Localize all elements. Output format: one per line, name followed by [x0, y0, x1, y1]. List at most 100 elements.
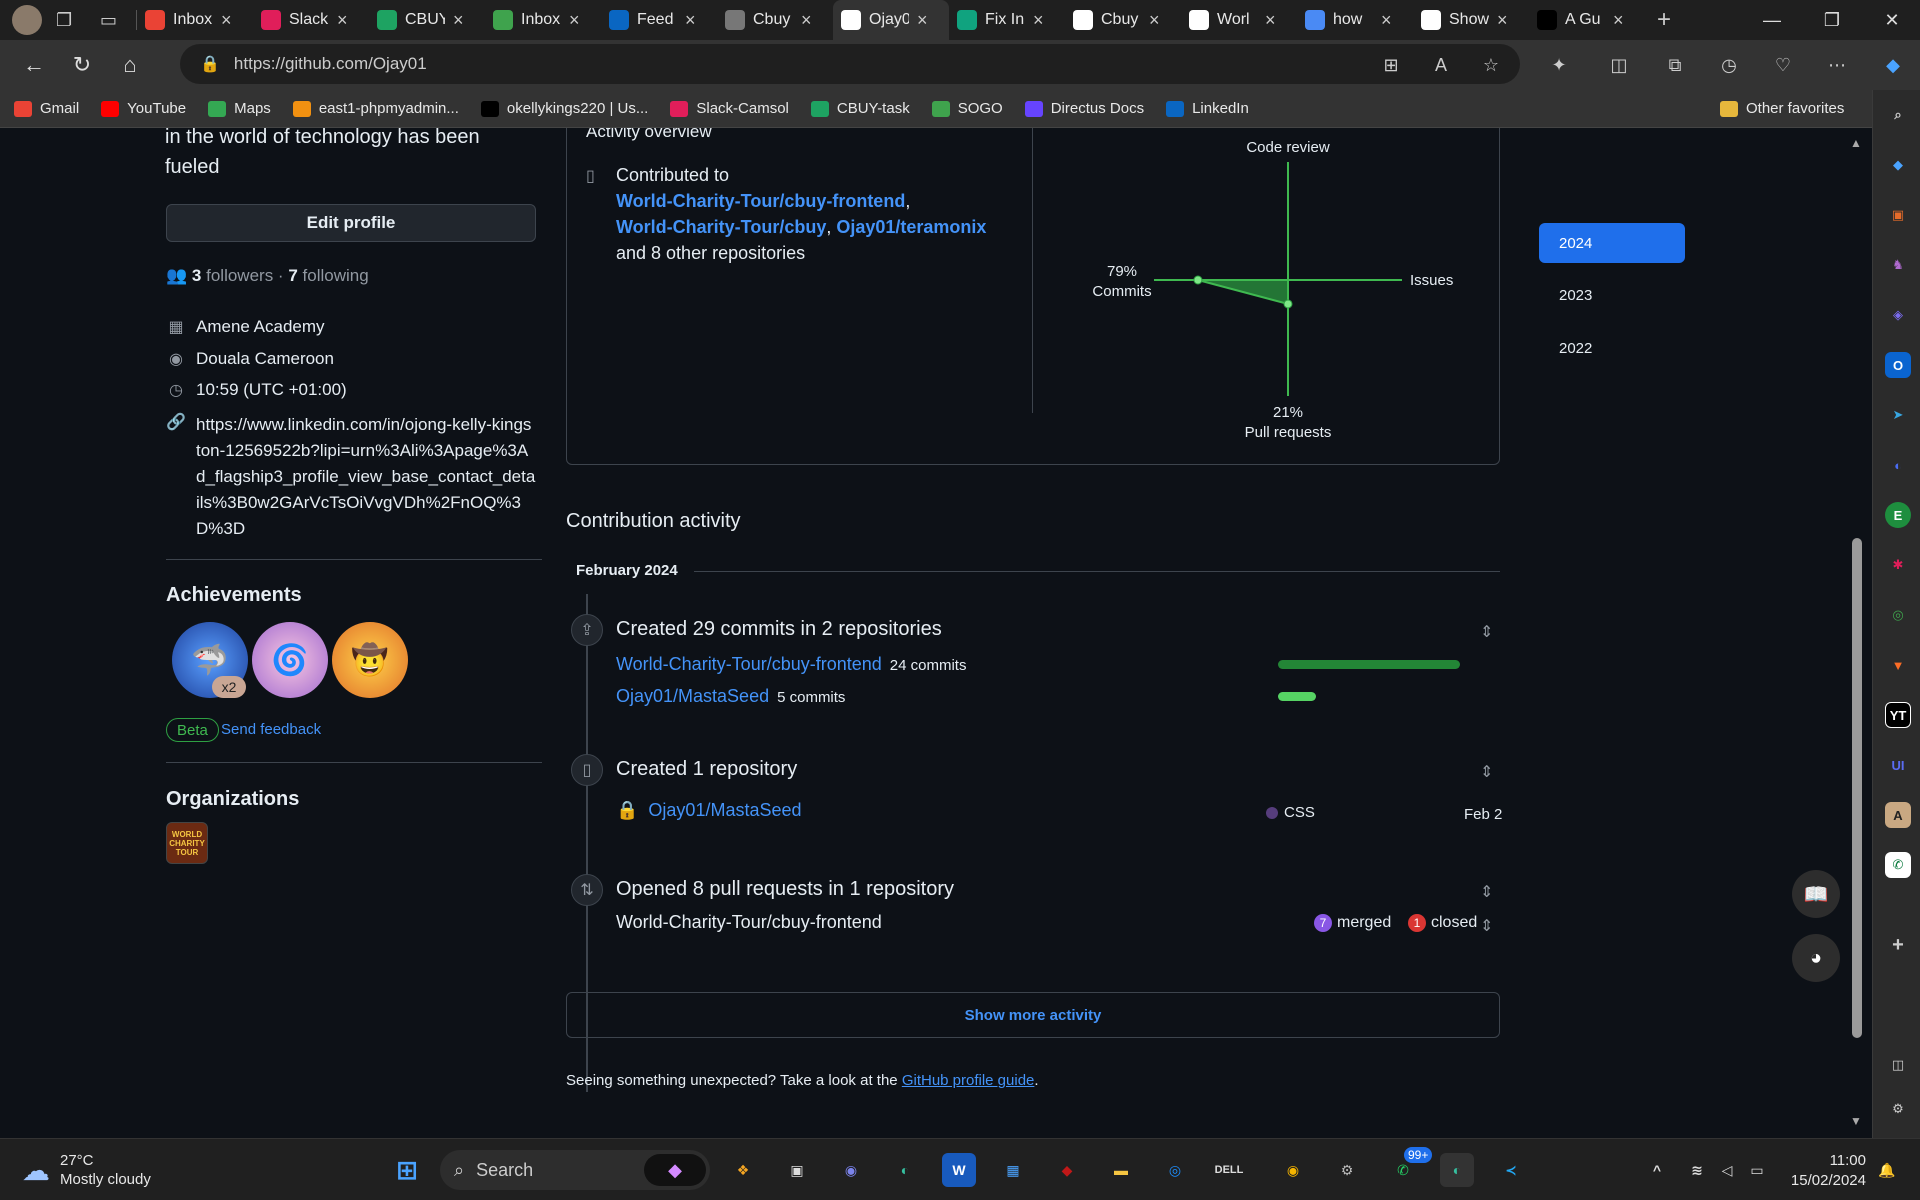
achievement-quickdraw-icon[interactable]: 🤠 — [332, 622, 408, 698]
maximize-button[interactable]: ❐ — [1802, 0, 1862, 40]
send-feedback-link[interactable]: Send feedback — [221, 721, 321, 738]
browser-tab[interactable]: Inbox × — [485, 0, 601, 40]
commit-count[interactable]: 24 commits — [890, 657, 967, 674]
browser-tab[interactable]: Ojay01 × — [833, 0, 949, 40]
sidebar-shopping-icon[interactable]: ◆ — [1885, 152, 1911, 178]
browser-tab[interactable]: A Gu × — [1529, 0, 1645, 40]
browser-tab[interactable]: Fix In × — [949, 0, 1065, 40]
followers-link[interactable]: 3 followers — [192, 266, 273, 285]
sidebar-tools-icon[interactable]: ▣ — [1885, 202, 1911, 228]
url-field[interactable]: 🔒 https://github.com/Ojay01 — [180, 44, 1520, 84]
taskbar-chrome-icon[interactable]: ◉ — [1276, 1153, 1310, 1187]
commits-event-title[interactable]: Created 29 commits in 2 repositories — [616, 618, 942, 641]
tab-close-icon[interactable]: × — [801, 10, 812, 31]
split-screen-icon[interactable]: ◫ — [1604, 50, 1634, 80]
other-favorites[interactable]: Other favorites — [1720, 100, 1844, 117]
bookmark-item[interactable]: okellykings220 | Us... — [480, 100, 648, 117]
bookmark-item[interactable]: Maps — [208, 100, 271, 117]
performance-icon[interactable]: ♡ — [1768, 50, 1798, 80]
bookmark-item[interactable]: east1-phpmyadmin... — [292, 100, 459, 117]
sidebar-yt-icon[interactable]: YT — [1885, 702, 1911, 728]
reading-mode-icon[interactable]: 📖 — [1792, 870, 1840, 918]
tab-actions-icon[interactable]: ▭ — [100, 10, 130, 31]
read-aloud-icon[interactable]: A — [1426, 50, 1456, 80]
commit-count[interactable]: 5 commits — [777, 689, 845, 706]
page-scrollbar[interactable]: ▲ ▼ — [1844, 128, 1872, 1134]
repo-link-teramonix[interactable]: Ojay01/teramonix — [836, 217, 986, 237]
expand-pr-icon[interactable]: ⇕ — [1480, 916, 1493, 936]
bookmark-item[interactable]: Directus Docs — [1024, 100, 1144, 117]
bookmark-item[interactable]: CBUY-task — [810, 100, 910, 117]
new-tab-button[interactable]: + — [1657, 6, 1671, 34]
sidebar-office-icon[interactable]: ◈ — [1885, 302, 1911, 328]
taskbar-chat-icon[interactable]: ◉ — [834, 1153, 868, 1187]
copilot-chat-icon[interactable]: ◕ — [1792, 934, 1840, 982]
tab-close-icon[interactable]: × — [1613, 10, 1624, 31]
copilot-icon[interactable]: ◆ — [1878, 50, 1908, 80]
close-window-button[interactable]: ✕ — [1862, 0, 1920, 40]
scroll-thumb[interactable] — [1852, 538, 1862, 1038]
battery-icon[interactable]: ▭ — [1740, 1153, 1774, 1187]
repo-link-cbuy-frontend[interactable]: World-Charity-Tour/cbuy-frontend — [616, 191, 905, 211]
collapse-repo-icon[interactable]: ⇕ — [1480, 762, 1493, 782]
extensions-icon[interactable]: ✦ — [1544, 50, 1574, 80]
sidebar-slack-icon[interactable]: ✱ — [1885, 552, 1911, 578]
tab-close-icon[interactable]: × — [1265, 10, 1276, 31]
edit-profile-button[interactable]: Edit profile — [166, 204, 536, 242]
tab-close-icon[interactable]: × — [1497, 10, 1508, 31]
github-profile-guide-link[interactable]: GitHub profile guide — [902, 1072, 1035, 1089]
volume-icon[interactable]: ◁ — [1710, 1153, 1744, 1187]
tab-close-icon[interactable]: × — [685, 10, 696, 31]
refresh-button[interactable]: ↻ — [62, 45, 102, 85]
sidebar-ui-icon[interactable]: UI — [1885, 752, 1911, 778]
tab-close-icon[interactable]: × — [1033, 10, 1044, 31]
tab-close-icon[interactable]: × — [1381, 10, 1392, 31]
taskbar-mcafee-icon[interactable]: ◆ — [1050, 1153, 1084, 1187]
workspaces-icon[interactable]: ❐ — [56, 10, 86, 31]
browser-tab[interactable]: how × — [1297, 0, 1413, 40]
taskbar-settings-icon[interactable]: ⚙ — [1330, 1153, 1364, 1187]
tab-close-icon[interactable]: × — [337, 10, 348, 31]
taskbar-clock[interactable]: 11:00 15/02/2024 — [1780, 1151, 1866, 1191]
app-available-icon[interactable]: ⊞ — [1376, 50, 1406, 80]
sidebar-telegram-icon[interactable]: ➤ — [1885, 402, 1911, 428]
browser-tab[interactable]: Show × — [1413, 0, 1529, 40]
profile-avatar[interactable] — [12, 5, 42, 35]
sidebar-gitlab-icon[interactable]: ▼ — [1885, 652, 1911, 678]
sidebar-sogo-icon[interactable]: ◎ — [1885, 602, 1911, 628]
taskbar-dell-icon[interactable]: DELL — [1212, 1153, 1246, 1187]
achievement-yolo-icon[interactable]: 🌀 — [252, 622, 328, 698]
bookmark-item[interactable]: SOGO — [931, 100, 1003, 117]
tab-close-icon[interactable]: × — [453, 10, 464, 31]
collapse-commits-icon[interactable]: ⇕ — [1480, 622, 1493, 642]
taskbar-edge-active-icon[interactable]: ◐ — [1440, 1153, 1474, 1187]
browser-tab[interactable]: Worl × — [1181, 0, 1297, 40]
sidebar-outlook-icon[interactable]: O — [1885, 352, 1911, 378]
home-button[interactable]: ⌂ — [110, 45, 150, 85]
sidebar-phone-icon[interactable]: ✆ — [1885, 852, 1911, 878]
year-filter-2022[interactable]: 2022 — [1539, 328, 1685, 368]
commit-repo-link[interactable]: Ojay01/MastaSeed — [616, 686, 769, 706]
wifi-icon[interactable]: ≋ — [1680, 1153, 1714, 1187]
repo-link-cbuy[interactable]: World-Charity-Tour/cbuy — [616, 217, 826, 237]
taskbar-edge-icon[interactable]: ◐ — [888, 1153, 922, 1187]
taskbar-app-icon[interactable]: ◎ — [1158, 1153, 1192, 1187]
browser-tab[interactable]: CBUY × — [369, 0, 485, 40]
collapse-pr-icon[interactable]: ⇕ — [1480, 882, 1493, 902]
bookmark-item[interactable]: LinkedIn — [1166, 100, 1249, 117]
taskbar-explorer-icon[interactable]: ▬ — [1104, 1153, 1138, 1187]
history-icon[interactable]: ◷ — [1714, 50, 1744, 80]
taskbar-taskview-icon[interactable]: ▣ — [780, 1153, 814, 1187]
linkedin-url-link[interactable]: https://www.linkedin.com/in/ojong-kelly-… — [196, 412, 536, 542]
taskbar-word-icon[interactable]: W — [942, 1153, 976, 1187]
taskbar-search[interactable]: ⌕ Search ◆ — [440, 1150, 710, 1190]
year-filter-2024[interactable]: 2024 — [1539, 223, 1685, 263]
tab-close-icon[interactable]: × — [221, 10, 232, 31]
pr-repo-link[interactable]: World-Charity-Tour/cbuy-frontend — [616, 912, 882, 932]
tab-close-icon[interactable]: × — [1149, 10, 1160, 31]
notification-bell-icon[interactable]: 🔔 — [1870, 1153, 1904, 1187]
back-button[interactable]: ← — [14, 45, 54, 85]
browser-tab[interactable]: Slack × — [253, 0, 369, 40]
org-world-charity-tour-avatar[interactable]: WORLD CHARITY TOUR — [166, 822, 208, 864]
tab-close-icon[interactable]: × — [917, 10, 928, 31]
